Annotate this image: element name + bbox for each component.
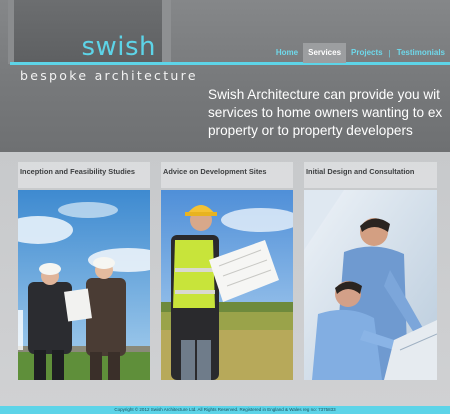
logo-post-right	[162, 0, 171, 64]
service-card[interactable]: Advice on Development Sites	[161, 162, 293, 394]
logo-text[interactable]: swish	[81, 34, 156, 60]
nav-item-projects[interactable]: Projects	[346, 43, 388, 63]
service-card[interactable]: Initial Design and Consultation	[304, 162, 437, 394]
designers-at-desk-illustration	[304, 190, 437, 380]
engineer-with-plans-photo[interactable]	[161, 190, 293, 380]
services-section: Inception and Feasibility Studies Advice…	[0, 152, 450, 406]
nav-item-testimonials[interactable]: Testimonials	[392, 43, 450, 63]
site-header: swish bespoke architecture Home Services…	[0, 0, 450, 152]
logo-panel[interactable]: swish	[10, 0, 170, 62]
nav-item-services[interactable]: Services	[303, 43, 347, 63]
service-card-title[interactable]: Initial Design and Consultation	[304, 162, 437, 188]
logo-post-left	[8, 0, 14, 64]
service-card-title[interactable]: Inception and Feasibility Studies	[18, 162, 150, 188]
service-card[interactable]: Inception and Feasibility Studies	[18, 162, 150, 394]
architects-on-site-illustration	[18, 190, 150, 380]
designers-at-desk-photo[interactable]	[304, 190, 437, 380]
nav-item-home[interactable]: Home	[271, 43, 303, 63]
copyright-text: Copyright © 2012 Swish Architecture Ltd.…	[114, 407, 336, 412]
tagline: bespoke architecture	[20, 68, 198, 83]
service-card-title[interactable]: Advice on Development Sites	[161, 162, 293, 188]
hero-headline: Swish Architecture can provide you wit s…	[208, 87, 443, 138]
main-nav: Home Services Projects | Testimonials	[271, 42, 450, 64]
engineer-with-plans-illustration	[161, 190, 293, 380]
architects-on-site-photo[interactable]	[18, 190, 150, 380]
